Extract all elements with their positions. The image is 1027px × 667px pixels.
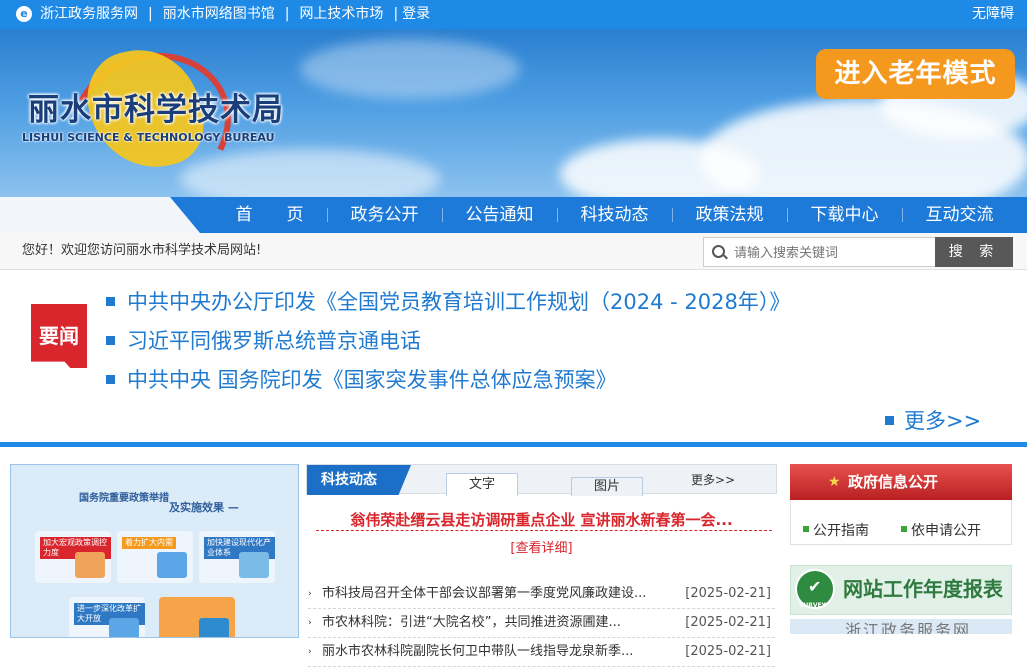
accessibility-link[interactable]: 无障碍 xyxy=(972,0,1014,29)
news-list: › 市科技局召开全体干部会议部署第一季度党风廉政建设... [2025-02-2… xyxy=(308,580,775,667)
nav-item-tech-news[interactable]: 科技动态 xyxy=(557,197,672,233)
nav-item-policies[interactable]: 政策法规 xyxy=(672,197,787,233)
illustration-icon xyxy=(199,618,229,637)
policy-card[interactable] xyxy=(159,597,235,637)
headline-item[interactable]: 中共中央办公厅印发《全国党员教育培训工作规划（2024 - 2028年）》 xyxy=(106,286,790,325)
welcome-row: 您好！欢迎您访问丽水市科学技术局网站! 搜 索 xyxy=(0,233,1027,270)
search-box xyxy=(703,237,937,267)
illustration-icon xyxy=(157,552,187,578)
illustration-icon xyxy=(75,552,105,578)
elder-mode-button[interactable]: 进入老年模式 xyxy=(816,49,1015,99)
policy-panel-title2: 及实施效果 — xyxy=(169,501,239,514)
top-link-tech-market[interactable]: 网上技术市场 xyxy=(299,0,383,29)
policy-card[interactable]: 进一步深化改革扩大开放 xyxy=(69,597,145,637)
search-icon xyxy=(712,245,725,258)
headline-item[interactable]: 习近平同俄罗斯总统普京通电话 xyxy=(106,325,790,364)
top-link-zjzw[interactable]: 浙江政务服务网 xyxy=(40,0,138,29)
tab-tech-news[interactable]: 科技动态 xyxy=(307,465,411,495)
nav-item-notices[interactable]: 公告通知 xyxy=(442,197,557,233)
headline-item[interactable]: 中共中央 国务院印发《国家突发事件总体应急预案》 xyxy=(106,364,790,403)
policy-card[interactable]: 加大宏观政策调控力度 xyxy=(35,531,111,583)
search-button[interactable]: 搜 索 xyxy=(935,237,1013,267)
main-nav: 首 页 政务公开 公告通知 科技动态 政策法规 下载中心 互动交流 xyxy=(0,197,1027,233)
top-bar: e 浙江政务服务网 | 丽水市网络图书馆 | 网上技术市场 | 登录 无障碍 xyxy=(0,0,1027,29)
zjzw-banner-text: 浙江政务服务网 xyxy=(845,621,972,634)
news-item-date: [2025-02-21] xyxy=(685,615,771,630)
news-item-title: 市农林科院：引进“大院名校”，共同推进资源圃建... xyxy=(322,615,621,630)
tech-news-panel: 科技动态 文字 图片 更多>> 翁伟荣赴缙云县走访调研重点企业 宣讲丽水新春第一… xyxy=(306,464,777,667)
link-label: 公开指南 xyxy=(813,523,869,539)
nav-item-home[interactable]: 首 页 xyxy=(212,197,327,233)
nav-item-interaction[interactable]: 互动交流 xyxy=(902,197,1017,233)
nav-item-gov-affairs[interactable]: 政务公开 xyxy=(327,197,442,233)
arrow-bullet-icon: › xyxy=(308,618,312,628)
news-item-date: [2025-02-21] xyxy=(685,644,771,659)
news-tabs: 科技动态 文字 图片 更多>> xyxy=(306,464,777,496)
top-links: 浙江政务服务网 | 丽水市网络图书馆 | 网上技术市场 | 登录 xyxy=(40,0,430,29)
bullet-icon xyxy=(901,526,907,532)
divider: | xyxy=(284,6,290,22)
illustration-icon xyxy=(239,552,269,578)
survey-badge-text: SURVEY xyxy=(799,602,826,609)
divider: | xyxy=(148,6,153,22)
link-disclosure-guide[interactable]: 公开指南 xyxy=(803,520,869,540)
policy-card[interactable]: 加快建设现代化产业体系 xyxy=(199,531,275,583)
gov-info-header[interactable]: ★ 政府信息公开 xyxy=(790,464,1012,500)
policy-card-label: 着力扩大内需 xyxy=(122,537,176,549)
star-icon: ★ xyxy=(828,474,841,490)
tab-text[interactable]: 文字 xyxy=(446,473,518,496)
tab-images[interactable]: 图片 xyxy=(571,477,643,496)
cloud xyxy=(300,39,520,99)
arrow-bullet-icon: › xyxy=(308,647,312,657)
gov-info-title: 政府信息公开 xyxy=(848,473,939,491)
banner: 丽水市科学技术局 LISHUI SCIENCE & TECHNOLOGY BUR… xyxy=(0,29,1027,197)
headlines-badge: 要闻 xyxy=(31,304,87,368)
bullet-icon xyxy=(803,526,809,532)
lower-section: 国务院重要政策举措 及实施效果 — 加大宏观政策调控力度 着力扩大内需 加快建设… xyxy=(0,447,1027,667)
nav-item-downloads[interactable]: 下载中心 xyxy=(787,197,902,233)
gov-info-links: 公开指南 依申请公开 xyxy=(790,500,1012,545)
divider: | xyxy=(393,6,399,22)
nav-left-decoration xyxy=(0,197,200,233)
policy-panel-title: 国务院重要政策举措 xyxy=(79,493,169,504)
login-link[interactable]: 登录 xyxy=(402,0,430,29)
headline-list: 中共中央办公厅印发《全国党员教育培训工作规划（2024 - 2028年）》 习近… xyxy=(106,286,790,403)
news-item[interactable]: › 丽水市农林科院副院长何卫中带队一线指导龙泉新季... [2025-02-21… xyxy=(308,638,775,667)
zjzw-banner[interactable]: 浙江政务服务网 xyxy=(790,619,1012,634)
view-detail-link[interactable]: [查看详细] xyxy=(306,537,777,556)
site-subtitle: LISHUI SCIENCE & TECHNOLOGY BUREAU xyxy=(22,131,275,144)
illustration-icon xyxy=(109,618,139,637)
link-request-disclosure[interactable]: 依申请公开 xyxy=(901,520,981,540)
zhejiang-gov-icon: e xyxy=(16,6,32,22)
link-label: 依申请公开 xyxy=(911,523,981,539)
welcome-text: 您好！欢迎您访问丽水市科学技术局网站! xyxy=(22,243,262,258)
annual-report-title: 网站工作年度报表 xyxy=(843,577,1003,601)
news-item[interactable]: › 市科技局召开全体干部会议部署第一季度党风廉政建设... [2025-02-2… xyxy=(308,580,775,609)
news-more-link[interactable]: 更多>> xyxy=(691,465,735,495)
square-bullet-icon xyxy=(885,415,894,425)
headlines-section: 要闻 中共中央办公厅印发《全国党员教育培训工作规划（2024 - 2028年）》… xyxy=(0,270,1027,442)
news-item-date: [2025-02-21] xyxy=(685,586,771,601)
news-item-title: 丽水市农林科院副院长何卫中带队一线指导龙泉新季... xyxy=(322,644,634,659)
annual-report-banner[interactable]: SURVEY 网站工作年度报表 xyxy=(790,565,1012,615)
headlines-more-label: 更多>> xyxy=(904,409,982,433)
arrow-bullet-icon: › xyxy=(308,589,312,599)
search-input[interactable] xyxy=(732,242,931,264)
top-link-library[interactable]: 丽水市网络图书馆 xyxy=(163,0,275,29)
divider xyxy=(316,530,772,531)
policy-panel[interactable]: 国务院重要政策举措 及实施效果 — 加大宏观政策调控力度 着力扩大内需 加快建设… xyxy=(10,464,299,638)
headlines-more-link[interactable]: 更多>> xyxy=(885,405,981,435)
featured-news-title[interactable]: 翁伟荣赴缙云县走访调研重点企业 宣讲丽水新春第一会... xyxy=(306,509,777,530)
policy-card[interactable]: 着力扩大内需 xyxy=(117,531,193,583)
news-item-title: 市科技局召开全体干部会议部署第一季度党风廉政建设... xyxy=(322,586,647,601)
site-title[interactable]: 丽水市科学技术局 xyxy=(28,84,284,129)
